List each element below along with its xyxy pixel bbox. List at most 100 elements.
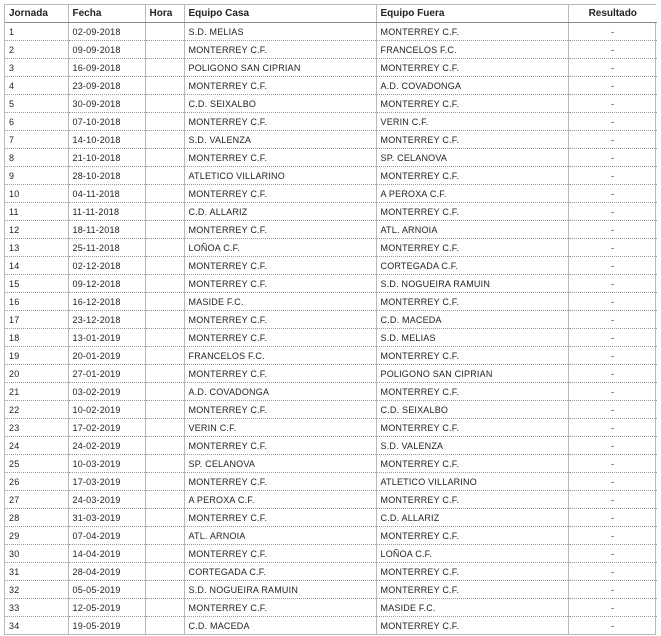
cell-equipo-casa: MONTERREY C.F. — [183, 472, 376, 491]
table-row: 15 09-12-2018 MONTERREY C.F. S.D. NOGUEIRA … — [5, 274, 657, 293]
cell-jornada: 14 — [5, 256, 68, 275]
cell-fecha: 27-01-2019 — [67, 364, 145, 383]
cell-equipo-fuera: VERIN C.F. — [375, 112, 568, 131]
cell-hora — [144, 328, 184, 347]
cell-equipo-casa: C.D. ALLARIZ — [183, 202, 376, 221]
cell-equipo-fuera: S.D. MELIAS — [375, 328, 568, 347]
cell-equipo-casa: MONTERREY C.F. — [183, 400, 376, 419]
cell-fecha: 23-09-2018 — [67, 76, 145, 95]
table-row: 25 10-03-2019 SP. CELANOVA MONTERREY C.F. - — [5, 454, 657, 473]
table-row: 2 09-09-2018 MONTERREY C.F. FRANCELOS F.C. - — [5, 40, 657, 59]
cell-jornada: 26 — [5, 472, 68, 491]
cell-jornada: 11 — [5, 202, 68, 221]
table-row: 16 16-12-2018 MASIDE F.C. MONTERREY C.F. - — [5, 292, 657, 311]
cell-equipo-fuera: MONTERREY C.F. — [375, 454, 568, 473]
cell-equipo-fuera: ATL. ARNOIA — [375, 220, 568, 239]
cell-equipo-casa: S.D. VALENZA — [183, 130, 376, 149]
table-row: 9 28-10-2018 ATLETICO VILLARINO MONTERREY C… — [5, 166, 657, 185]
cell-jornada: 30 — [5, 544, 68, 563]
cell-resultado: - — [567, 40, 657, 59]
cell-fecha: 12-05-2019 — [67, 598, 145, 617]
header-resultado: Resultado — [567, 5, 657, 23]
cell-hora — [144, 544, 184, 563]
cell-hora — [144, 508, 184, 527]
cell-jornada: 3 — [5, 58, 68, 77]
header-equipo-casa: Equipo Casa — [183, 5, 376, 23]
cell-fecha: 17-02-2019 — [67, 418, 145, 437]
cell-jornada: 17 — [5, 310, 68, 329]
cell-equipo-casa: FRANCELOS F.C. — [183, 346, 376, 365]
cell-equipo-fuera: C.D. SEIXALBO — [375, 400, 568, 419]
cell-equipo-fuera: MONTERREY C.F. — [375, 166, 568, 185]
cell-jornada: 18 — [5, 328, 68, 347]
cell-hora — [144, 472, 184, 491]
cell-hora — [144, 292, 184, 311]
cell-resultado: - — [567, 58, 657, 77]
cell-fecha: 07-10-2018 — [67, 112, 145, 131]
cell-equipo-fuera: MONTERREY C.F. — [375, 292, 568, 311]
cell-equipo-casa: MONTERREY C.F. — [183, 508, 376, 527]
cell-fecha: 02-12-2018 — [67, 256, 145, 275]
cell-fecha: 16-09-2018 — [67, 58, 145, 77]
cell-fecha: 21-10-2018 — [67, 148, 145, 167]
cell-hora — [144, 436, 184, 455]
table-row: 28 31-03-2019 MONTERREY C.F. C.D. ALLARIZ - — [5, 508, 657, 527]
cell-jornada: 4 — [5, 76, 68, 95]
cell-equipo-casa: MONTERREY C.F. — [183, 184, 376, 203]
cell-equipo-casa: MONTERREY C.F. — [183, 148, 376, 167]
table-header-row: Jornada Fecha Hora Equipo Casa Equipo Fu… — [5, 5, 657, 23]
table-row: 6 07-10-2018 MONTERREY C.F. VERIN C.F. - — [5, 112, 657, 131]
cell-equipo-fuera: MONTERREY C.F. — [375, 130, 568, 149]
cell-equipo-casa: SP. CELANOVA — [183, 454, 376, 473]
table-row: 12 18-11-2018 MONTERREY C.F. ATL. ARNOIA - — [5, 220, 657, 239]
table-row: 26 17-03-2019 MONTERREY C.F. ATLETICO VILLA… — [5, 472, 657, 491]
cell-resultado: - — [567, 562, 657, 581]
table-row: 31 28-04-2019 CORTEGADA C.F. MONTERREY C.F.… — [5, 562, 657, 581]
cell-equipo-casa: MASIDE F.C. — [183, 292, 376, 311]
cell-equipo-casa: MONTERREY C.F. — [183, 112, 376, 131]
cell-fecha: 24-03-2019 — [67, 490, 145, 509]
table-row: 33 12-05-2019 MONTERREY C.F. MASIDE F.C. - — [5, 598, 657, 617]
cell-equipo-casa: MONTERREY C.F. — [183, 598, 376, 617]
cell-jornada: 31 — [5, 562, 68, 581]
cell-equipo-fuera: C.D. ALLARIZ — [375, 508, 568, 527]
table-row: 24 24-02-2019 MONTERREY C.F. S.D. VALENZA - — [5, 436, 657, 455]
cell-fecha: 03-02-2019 — [67, 382, 145, 401]
cell-hora — [144, 76, 184, 95]
cell-jornada: 33 — [5, 598, 68, 617]
cell-equipo-fuera: MONTERREY C.F. — [375, 526, 568, 545]
cell-resultado: - — [567, 130, 657, 149]
cell-fecha: 28-04-2019 — [67, 562, 145, 581]
table-row: 34 19-05-2019 C.D. MACEDA MONTERREY C.F. - — [5, 616, 657, 634]
cell-equipo-casa: C.D. MACEDA — [183, 616, 376, 634]
cell-hora — [144, 454, 184, 473]
cell-jornada: 8 — [5, 148, 68, 167]
cell-fecha: 24-02-2019 — [67, 436, 145, 455]
cell-hora — [144, 166, 184, 185]
table-row: 1 02-09-2018 S.D. MELIAS MONTERREY C.F. - — [5, 22, 657, 41]
cell-hora — [144, 148, 184, 167]
cell-equipo-casa: C.D. SEIXALBO — [183, 94, 376, 113]
cell-equipo-fuera: MONTERREY C.F. — [375, 616, 568, 634]
cell-resultado: - — [567, 328, 657, 347]
table-row: 5 30-09-2018 C.D. SEIXALBO MONTERREY C.F. - — [5, 94, 657, 113]
cell-resultado: - — [567, 418, 657, 437]
cell-resultado: - — [567, 544, 657, 563]
cell-equipo-fuera: LOÑOA C.F. — [375, 544, 568, 563]
header-equipo-fuera: Equipo Fuera — [375, 5, 568, 23]
cell-equipo-casa: MONTERREY C.F. — [183, 256, 376, 275]
cell-resultado: - — [567, 76, 657, 95]
cell-equipo-fuera: CORTEGADA C.F. — [375, 256, 568, 275]
cell-jornada: 28 — [5, 508, 68, 527]
cell-resultado: - — [567, 382, 657, 401]
cell-fecha: 11-11-2018 — [67, 202, 145, 221]
cell-hora — [144, 382, 184, 401]
cell-hora — [144, 400, 184, 419]
cell-equipo-casa: S.D. MELIAS — [183, 22, 376, 41]
cell-equipo-fuera: MONTERREY C.F. — [375, 22, 568, 41]
cell-hora — [144, 238, 184, 257]
cell-equipo-casa: POLIGONO SAN CIPRIAN — [183, 58, 376, 77]
table-row: 4 23-09-2018 MONTERREY C.F. A.D. COVADONGA - — [5, 76, 657, 95]
cell-hora — [144, 202, 184, 221]
cell-fecha: 18-11-2018 — [67, 220, 145, 239]
